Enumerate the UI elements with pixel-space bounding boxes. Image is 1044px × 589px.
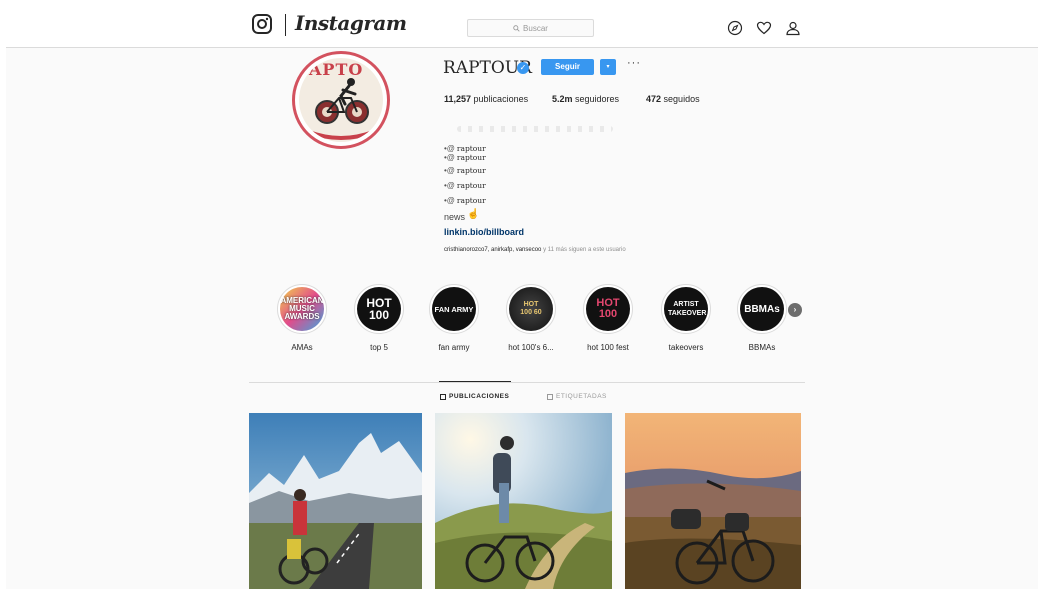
followers-label: seguidores <box>575 94 620 104</box>
bio-link[interactable]: linkin.bio/billboard <box>444 227 524 237</box>
tab-publicaciones[interactable]: PUBLICACIONES <box>440 393 509 400</box>
bio-line: •@ raptour <box>444 181 486 190</box>
followed-by-rest: y 11 más siguen a este usuario <box>543 247 626 253</box>
highlight-cover: HOT 100 <box>583 284 633 334</box>
highlight-label: AMAs <box>291 343 313 352</box>
search-icon <box>513 24 520 32</box>
post-image-desert-bike <box>625 413 801 589</box>
post-image-sunset-cyclist <box>435 413 612 589</box>
at-icon: •@ <box>444 166 455 175</box>
bio-line: •@ raptour <box>444 196 486 205</box>
tabs-divider <box>249 382 805 383</box>
post-image-mountain-cyclist <box>249 413 422 589</box>
at-icon: •@ <box>444 144 455 153</box>
tag-icon <box>547 393 553 400</box>
user-icon[interactable] <box>785 20 801 36</box>
following-stat[interactable]: 472 seguidos <box>646 94 700 104</box>
highlight-hot-100-60[interactable]: HOT 100 60 hot 100's 6... <box>501 284 561 352</box>
nav-icons <box>727 20 801 36</box>
profile-avatar[interactable]: APTO <box>292 51 390 149</box>
profile-main: APTO RAPTOUR ✓ Seguir ▾ ··· 11,257 publi… <box>6 48 1038 589</box>
bio-faded-line <box>457 126 613 132</box>
top-navigation-bar: Instagram Buscar <box>6 0 1038 48</box>
posts-stat: 11,257 publicaciones <box>444 94 552 104</box>
profile-stats: 11,257 publicaciones 5.2m seguidores 472… <box>444 94 700 104</box>
highlight-cover: FAN ARMY <box>429 284 479 334</box>
followed-by-text[interactable]: cristhianorozco7, anirkafp, vansecoo y 1… <box>444 247 626 253</box>
search-placeholder: Buscar <box>523 23 548 33</box>
at-icon: •@ <box>444 181 455 190</box>
highlight-takeovers[interactable]: ARTIST TAKEOVER takeovers <box>656 284 716 352</box>
highlight-cover: AMERICAN MUSIC AWARDS <box>277 284 327 334</box>
at-icon: •@ <box>444 196 455 205</box>
suggestions-dropdown-button[interactable]: ▾ <box>600 59 616 75</box>
highlight-cover: HOT 100 <box>354 284 404 334</box>
instagram-wordmark[interactable]: Instagram <box>295 11 407 35</box>
following-label: seguidos <box>663 94 700 104</box>
at-icon: •@ <box>444 153 455 162</box>
highlight-fan-army[interactable]: FAN ARMY fan army <box>424 284 484 352</box>
highlight-cover: ARTIST TAKEOVER <box>661 284 711 334</box>
highlight-art-text: ARTIST TAKEOVER <box>668 301 707 317</box>
highlight-label: BBMAs <box>748 343 776 352</box>
more-options-button[interactable]: ··· <box>627 57 641 69</box>
highlight-label: hot 100 fest <box>587 343 629 352</box>
compass-icon[interactable] <box>727 20 743 36</box>
highlight-hot-100-fest[interactable]: HOT 100 hot 100 fest <box>578 284 638 352</box>
highlight-cover: HOT 100 60 <box>506 284 556 334</box>
tab-etiquetadas[interactable]: ETIQUETADAS <box>547 393 607 400</box>
avatar-image: APTO <box>299 58 383 142</box>
bio-line: •@ raptour <box>444 144 486 153</box>
bio-line: •@ raptour <box>444 166 486 175</box>
highlight-top-5[interactable]: HOT 100 top 5 <box>349 284 409 352</box>
camera-logo-icon[interactable] <box>252 14 272 34</box>
highlights-next-arrow-icon[interactable]: › <box>788 303 802 317</box>
search-input[interactable]: Buscar <box>467 19 594 37</box>
bio-news-text: news <box>444 212 466 222</box>
highlight-cover: BBMAs <box>737 284 787 334</box>
highlight-art-text: HOT 100 <box>596 297 620 320</box>
tab-tagged-label: ETIQUETADAS <box>556 393 607 400</box>
active-tab-indicator <box>439 381 511 382</box>
following-count: 472 <box>646 94 662 104</box>
post-thumbnail[interactable] <box>625 413 801 589</box>
tab-posts-label: PUBLICACIONES <box>449 393 510 400</box>
highlight-art-text: AMERICAN MUSIC AWARDS <box>280 296 324 321</box>
highlight-art-text: HOT 100 60 <box>520 301 542 316</box>
bio-line: •@ raptour <box>444 153 486 162</box>
story-highlights: AMERICAN MUSIC AWARDS AMAs HOT 100 top 5… <box>272 284 812 354</box>
followers-count: 5.2m <box>552 94 573 104</box>
heart-icon[interactable] <box>756 20 772 36</box>
posts-count: 11,257 <box>444 94 472 104</box>
highlight-amas[interactable]: AMERICAN MUSIC AWARDS AMAs <box>272 284 332 352</box>
highlight-art-text: BBMAs <box>744 303 780 315</box>
followers-stat[interactable]: 5.2m seguidores <box>552 94 646 104</box>
highlight-bbmas[interactable]: BBMAs BBMAs <box>732 284 792 352</box>
highlight-label: fan army <box>438 343 470 352</box>
post-thumbnail[interactable] <box>435 413 612 589</box>
highlight-art-text: FAN ARMY <box>434 304 474 314</box>
highlight-label: top 5 <box>370 343 388 352</box>
instagram-profile-window: Instagram Buscar APTO RAPTOUR ✓ Seguir ▾… <box>0 0 1044 589</box>
highlight-label: takeovers <box>668 343 704 352</box>
post-thumbnail[interactable] <box>249 413 422 589</box>
hand-pointer-icon: ☝ <box>467 209 480 220</box>
logo-separator <box>285 14 286 36</box>
cyclist-logo-icon <box>308 78 374 140</box>
follow-button[interactable]: Seguir <box>541 59 594 75</box>
followed-by-users: cristhianorozco7, anirkafp, vansecoo <box>444 247 542 253</box>
grid-icon <box>440 393 446 400</box>
verified-badge-icon: ✓ <box>517 62 529 74</box>
highlight-label: hot 100's 6... <box>508 343 554 352</box>
posts-label: publicaciones <box>473 94 529 104</box>
highlight-art-text: HOT 100 <box>366 296 392 322</box>
